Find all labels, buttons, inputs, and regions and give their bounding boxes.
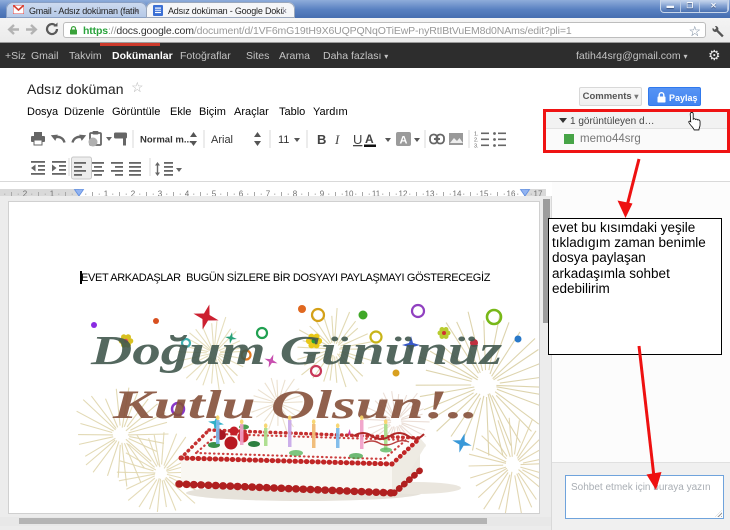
svg-text:A: A (400, 135, 408, 147)
svg-text:A: A (365, 132, 374, 146)
svg-text:I: I (334, 132, 340, 147)
svg-text:B: B (317, 132, 326, 147)
svg-text:3.: 3. (474, 144, 479, 150)
svg-text:Arial: Arial (211, 134, 233, 146)
svg-text:Normal m...: Normal m... (140, 135, 192, 146)
svg-text:11: 11 (278, 134, 289, 146)
svg-text:U: U (353, 132, 362, 147)
svg-text:Kutlu Olsun!..: Kutlu Olsun!.. (111, 382, 478, 427)
svg-text:Doğum Gününüz: Doğum Gününüz (90, 327, 502, 373)
